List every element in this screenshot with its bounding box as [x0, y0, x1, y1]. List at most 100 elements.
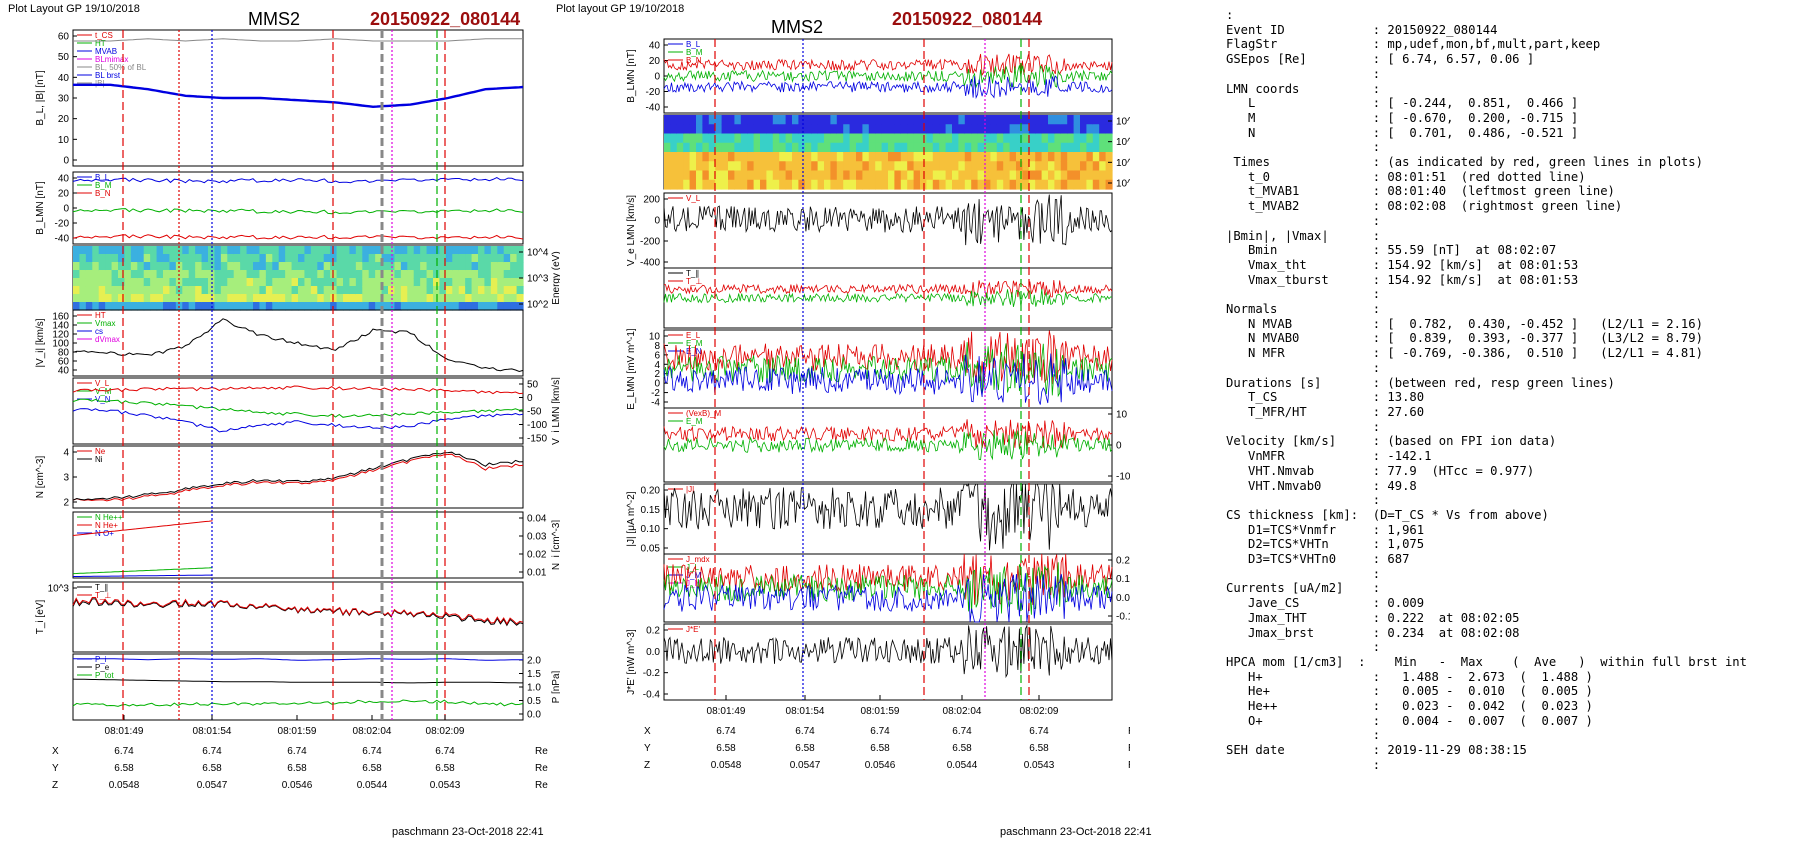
spectrogram-cell — [291, 286, 299, 295]
spectrogram-cell — [1003, 179, 1011, 190]
spectrogram-cell — [766, 115, 774, 125]
spectrogram-cell — [278, 246, 286, 255]
spectrogram-cell — [1016, 124, 1023, 135]
panel-frame — [72, 511, 524, 579]
spectrogram-cell — [323, 286, 331, 295]
spectrogram-cell — [118, 302, 126, 311]
spectrogram-cell — [996, 124, 1004, 135]
ephemeris-value: 6.74 — [114, 746, 134, 757]
spectrogram-cell — [452, 286, 460, 295]
spectrogram-cell — [939, 161, 947, 172]
spectrogram-cell — [330, 294, 338, 303]
ephemeris-value: 6.74 — [870, 726, 890, 737]
spectrogram-cell — [772, 133, 780, 144]
spectrogram-cell — [824, 124, 831, 135]
spectrogram-cell — [471, 302, 479, 311]
spectrogram-cell — [1003, 124, 1011, 135]
spectrogram-cell — [484, 270, 492, 279]
spectrogram-cell — [721, 152, 729, 162]
y-tick-label: 0.20 — [641, 486, 661, 497]
spectrogram-cell — [766, 152, 774, 162]
spectrogram-cell — [734, 161, 742, 172]
ephemeris-value: 6.58 — [716, 743, 736, 754]
spectrogram-cell — [1035, 152, 1043, 162]
summary-line: Durations [s] : (between red, resp green… — [1226, 375, 1615, 390]
y-tick-label: 0 — [1116, 441, 1122, 452]
spectrogram-cell — [760, 142, 767, 153]
spectrogram-cell — [79, 278, 87, 287]
spectrogram-cell — [817, 170, 825, 181]
spectrogram-cell — [868, 115, 876, 125]
spectrogram-cell — [118, 294, 126, 303]
spectrogram-cell — [227, 246, 235, 255]
spectrogram-cell — [355, 294, 363, 303]
spectrogram-cell — [1028, 124, 1036, 135]
spectrogram-cell — [227, 294, 235, 303]
spectrogram-cell — [323, 246, 331, 255]
spectrogram-cell — [478, 294, 486, 303]
spectrogram-cell — [1086, 161, 1094, 172]
spectrogram-cell — [894, 170, 902, 181]
y-tick-label: 4 — [63, 448, 69, 459]
spectrogram-cell — [881, 170, 889, 181]
spectrogram-cell — [1016, 152, 1023, 162]
summary-line: Jmax_brst : 0.234 at 08:02:08 — [1248, 625, 1520, 640]
spectrogram-cell — [1048, 133, 1055, 144]
spectrogram-cell — [1041, 142, 1049, 153]
spectrogram-cell — [760, 152, 767, 162]
spectrogram-cell — [888, 115, 895, 125]
spectrogram-cell — [964, 115, 972, 125]
spectrogram-cell — [85, 294, 93, 303]
spectrogram-cell — [964, 170, 972, 181]
spectrogram-cell — [413, 278, 421, 287]
spectrogram-cell — [188, 262, 196, 271]
spectrogram-cell — [1009, 124, 1017, 135]
spectrogram-cell — [233, 262, 241, 271]
spectrogram-cell — [958, 170, 966, 181]
spectrogram — [73, 246, 524, 311]
summary-line: LMN coords : — [1226, 81, 1381, 96]
spectrogram-cell — [888, 170, 895, 181]
spectrogram-cell — [233, 278, 241, 287]
x-tick-label: 08:02:09 — [426, 726, 465, 737]
spectrogram-cell — [298, 286, 306, 295]
spectrogram-cell — [881, 124, 889, 135]
spectrogram-cell — [92, 246, 100, 255]
spectrogram-cell — [227, 286, 235, 295]
spectrogram-cell — [1067, 152, 1075, 162]
spectrogram-cell — [298, 262, 306, 271]
spectrogram-cell — [92, 286, 100, 295]
spectrogram-cell — [124, 278, 132, 287]
series-line — [72, 597, 524, 625]
spectrogram-cell — [105, 286, 113, 295]
spectrogram-cell — [907, 179, 915, 190]
spectrogram-cell — [862, 142, 870, 153]
spectrogram-cell — [702, 142, 710, 153]
spectrogram-cell — [753, 133, 761, 144]
spectrogram-cell — [1028, 142, 1036, 153]
spectrogram-cell — [1048, 142, 1055, 153]
legend-entry: T_⊥ — [95, 591, 111, 600]
spectrogram-cell — [265, 246, 273, 255]
spectrogram-cell — [1041, 133, 1049, 144]
spectrogram-cell — [913, 161, 921, 172]
spectrogram-cell — [368, 246, 376, 255]
spectrogram-cell — [958, 152, 966, 162]
spectrogram-cell — [1067, 142, 1075, 153]
spectrogram-cell — [253, 254, 261, 263]
spectrogram-cell — [734, 152, 742, 162]
spectrogram-cell — [304, 254, 312, 263]
spectrogram-cell — [964, 142, 972, 153]
summary-line: He++ : 0.023 - 0.042 ( 0.023 ) — [1248, 699, 1593, 714]
spectrogram-cell — [105, 302, 113, 311]
spectrogram-cell — [490, 270, 498, 279]
spectrogram-cell — [111, 294, 119, 303]
spectrogram-cell — [849, 142, 857, 153]
spectrogram-cell — [779, 179, 787, 190]
spectrogram-cell — [881, 115, 889, 125]
spectrogram-cell — [1092, 133, 1100, 144]
spectrogram-cell — [824, 170, 831, 181]
x-tick-label: 08:02:09 — [1020, 706, 1059, 717]
spectrogram-cell — [484, 246, 492, 255]
spectrogram-cell — [945, 179, 953, 190]
